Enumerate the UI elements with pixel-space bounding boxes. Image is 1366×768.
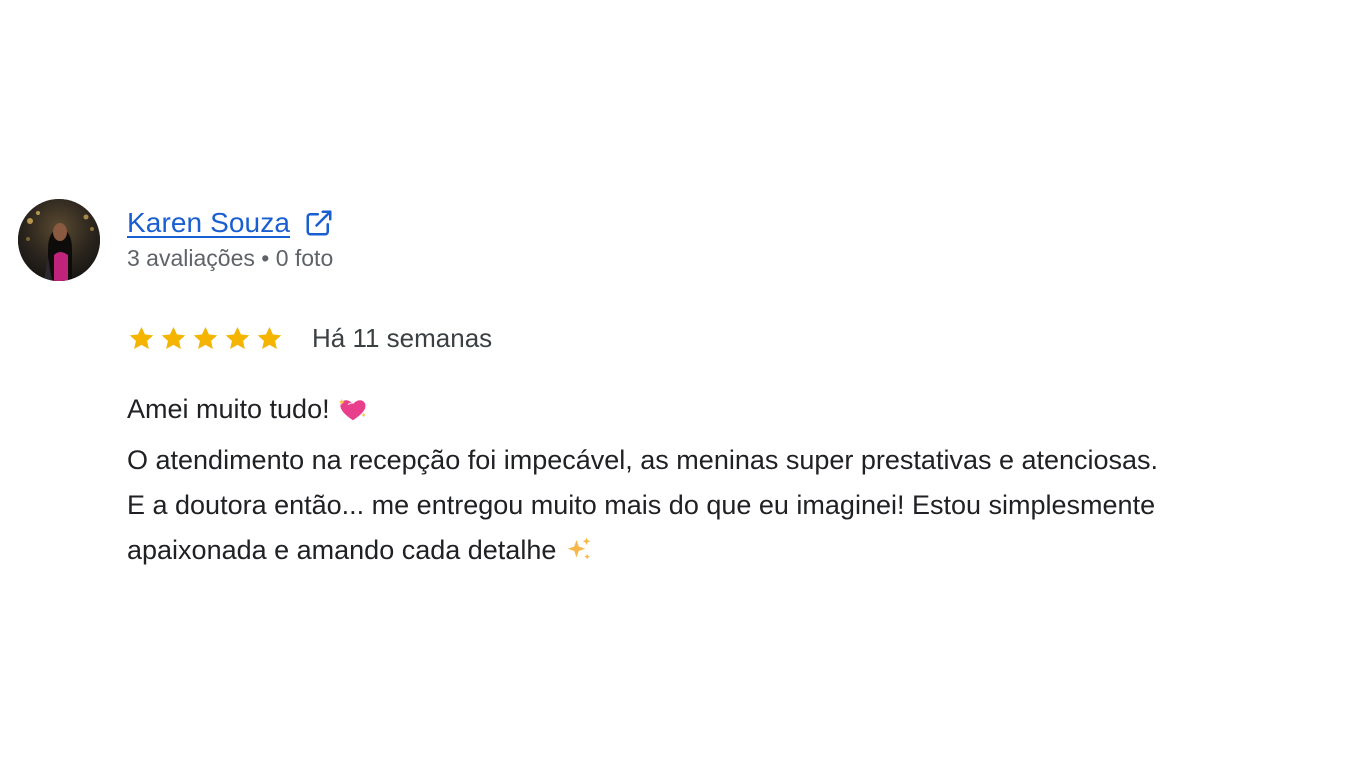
review-text-line: E a doutora então... me entregou muito m… bbox=[127, 490, 1156, 520]
review-text: Amei muito tudo! O atendimento na recepç… bbox=[127, 387, 1352, 579]
author-row: Karen Souza bbox=[127, 205, 334, 241]
author-block: Karen Souza 3 avaliações • 0 foto bbox=[127, 205, 334, 272]
star-icon bbox=[159, 324, 188, 353]
review-date: Há 11 semanas bbox=[312, 322, 493, 353]
sparkles-icon bbox=[564, 534, 594, 579]
star-icon bbox=[127, 324, 156, 353]
review-text-line: apaixonada e amando cada detalhe bbox=[127, 528, 1352, 579]
open-in-new-icon[interactable] bbox=[304, 208, 334, 238]
star-icon bbox=[223, 324, 252, 353]
star-icon bbox=[255, 324, 284, 353]
author-meta: 3 avaliações • 0 foto bbox=[127, 245, 334, 271]
avatar[interactable] bbox=[18, 199, 100, 281]
author-name-link[interactable]: Karen Souza bbox=[127, 207, 290, 239]
review-text-line: O atendimento na recepção foi impecável,… bbox=[127, 445, 1159, 475]
star-icon bbox=[191, 324, 220, 353]
star-rating bbox=[127, 324, 284, 353]
sparkling-heart-icon bbox=[338, 393, 368, 438]
review-text-line: Amei muito tudo! bbox=[127, 387, 1352, 438]
rating-row: Há 11 semanas bbox=[127, 318, 492, 358]
